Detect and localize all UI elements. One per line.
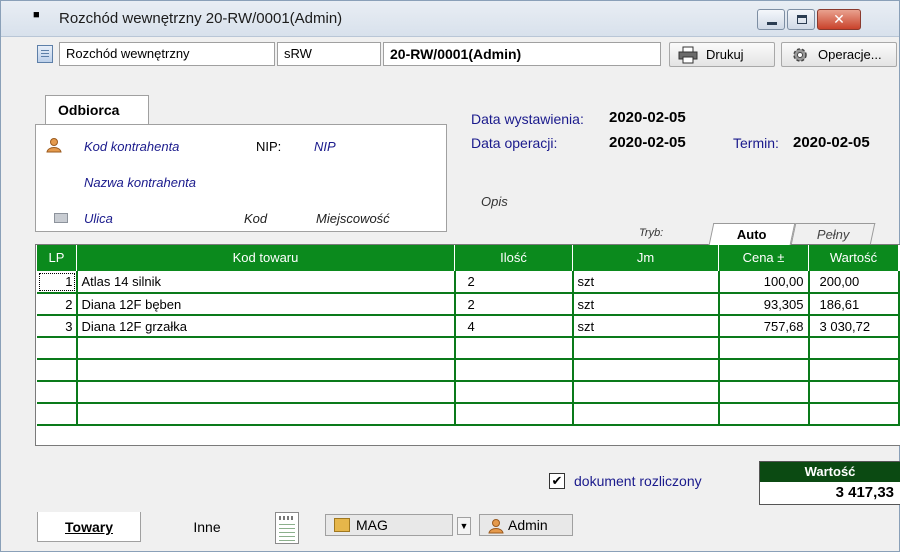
cell-kod[interactable]: Diana 12F bęben [76,293,456,316]
user-label: Admin [508,517,548,533]
cell-lp[interactable]: 2 [36,293,78,316]
warehouse-icon [334,518,350,532]
document-window: ■ Rozchód wewnętrzny 20-RW/0001(Admin) ✕… [0,0,900,552]
cell-ilosc[interactable]: 4 [454,315,574,338]
document-icon [37,45,53,63]
total-value: 3 417,33 [835,484,894,501]
tab-pelny[interactable]: Pełny [790,223,876,245]
tab-auto-label: Auto [737,227,767,242]
user-icon [488,519,504,534]
data-wystawienia-label: Data wystawienia: [471,111,584,127]
tab-odbiorca[interactable]: Odbiorca [45,95,149,125]
minimize-icon [767,22,777,25]
empty-row[interactable] [36,403,900,426]
col-lp[interactable]: LP [36,245,77,272]
empty-row[interactable] [36,359,900,382]
data-wystawienia-value[interactable]: 2020-02-05 [609,109,686,126]
cell-lp[interactable]: 1 [36,271,78,294]
col-wartosc[interactable]: Wartość [808,245,899,272]
cell-cena[interactable]: 93,305 [718,293,810,316]
empty-row[interactable] [36,337,900,360]
bottom-tabs: Towary Inne MAG ▼ Admin [1,509,899,551]
ulica-field[interactable]: Ulica [84,211,113,226]
cell-ilosc[interactable]: 2 [454,271,574,294]
col-cena[interactable]: Cena ± [718,245,809,272]
printer-icon [678,46,698,64]
rozliczony-checkbox[interactable]: ✔ [549,473,565,489]
nazwa-kontrahenta-field[interactable]: Nazwa kontrahenta [84,175,196,190]
tab-towary[interactable]: Towary [37,512,141,542]
grid-header-row: LP Kod towaru Ilość Jm Cena ± Wartość [36,245,899,272]
tab-pelny-label: Pełny [816,227,850,242]
cell-jm[interactable]: szt [572,293,720,316]
cell-wartosc[interactable]: 200,00 [808,271,900,294]
close-button[interactable]: ✕ [817,9,861,30]
miejscowosc-field[interactable]: Miejscowość [316,211,390,226]
print-button[interactable]: Drukuj [669,42,775,67]
col-kod-towaru[interactable]: Kod towaru [76,245,455,272]
maximize-button[interactable] [787,9,815,30]
nip-field[interactable]: NIP [314,139,336,154]
table-row[interactable]: 2 Diana 12F bęben 2 szt 93,305 186,61 [36,293,900,316]
items-table: LP Kod towaru Ilość Jm Cena ± Wartość 1 … [36,245,900,426]
cell-ilosc[interactable]: 2 [454,293,574,316]
minimize-button[interactable] [757,9,785,30]
cell-jm[interactable]: szt [572,271,720,294]
operations-button[interactable]: Operacje... [781,42,897,67]
table-row[interactable]: 1 Atlas 14 silnik 2 szt 100,00 200,00 [36,271,900,294]
rozliczony-label[interactable]: dokument rozliczony [574,473,702,489]
odbiorca-panel: Kod kontrahenta NIP: NIP Nazwa kontrahen… [35,124,447,232]
tab-auto[interactable]: Auto [708,223,796,245]
toolbar: Rozchód wewnętrzny sRW 20-RW/0001(Admin)… [1,39,899,69]
cell-lp[interactable]: 3 [36,315,78,338]
empty-row[interactable] [36,381,900,404]
cell-kod[interactable]: Diana 12F grzałka [76,315,456,338]
doc-type-field[interactable]: Rozchód wewnętrzny [59,42,275,66]
warehouse-dropdown-button[interactable]: ▼ [457,517,471,535]
address-card-icon [54,213,68,223]
operations-label: Operacje... [818,47,882,62]
kod-kontrahenta-field[interactable]: Kod kontrahenta [84,139,179,154]
termin-value[interactable]: 2020-02-05 [793,134,870,151]
window-menu-icon[interactable]: ■ [33,9,45,23]
tab-inne-label: Inne [193,519,221,535]
col-jm[interactable]: Jm [572,245,719,272]
close-icon: ✕ [833,11,845,27]
user-field[interactable]: Admin [479,514,573,536]
window-title: Rozchód wewnętrzny 20-RW/0001(Admin) [59,10,343,27]
doc-number-field[interactable]: 20-RW/0001(Admin) [383,42,661,66]
cell-cena[interactable]: 757,68 [718,315,810,338]
cell-wartosc[interactable]: 3 030,72 [808,315,900,338]
cell-jm[interactable]: szt [572,315,720,338]
print-label: Drukuj [706,47,744,62]
warehouse-field[interactable]: MAG [325,514,453,536]
table-row[interactable]: 3 Diana 12F grzałka 4 szt 757,68 3 030,7… [36,315,900,338]
col-ilosc[interactable]: Ilość [454,245,573,272]
total-label: Wartość [760,462,900,482]
tryb-label: Tryb: [639,227,664,239]
cell-wartosc[interactable]: 186,61 [808,293,900,316]
tab-towary-label: Towary [65,519,113,535]
title-bar[interactable]: ■ Rozchód wewnętrzny 20-RW/0001(Admin) ✕ [1,1,899,37]
items-grid[interactable]: LP Kod towaru Ilość Jm Cena ± Wartość 1 … [35,244,900,446]
opis-field[interactable]: Opis [481,194,508,209]
contractor-icon[interactable] [46,137,62,153]
data-operacji-label: Data operacji: [471,135,558,151]
maximize-icon [797,15,807,24]
tab-inne[interactable]: Inne [177,512,237,542]
series-field[interactable]: sRW [277,42,381,66]
gear-icon [793,48,807,62]
notes-icon[interactable] [275,512,299,544]
cell-cena[interactable]: 100,00 [718,271,810,294]
data-operacji-value[interactable]: 2020-02-05 [609,134,686,151]
termin-label: Termin: [733,135,779,151]
nip-label: NIP: [256,139,282,154]
warehouse-label: MAG [356,517,388,533]
total-box: Wartość 3 417,33 [759,461,900,505]
cell-kod[interactable]: Atlas 14 silnik [76,271,456,294]
kod-pocztowy-field[interactable]: Kod [244,211,267,226]
